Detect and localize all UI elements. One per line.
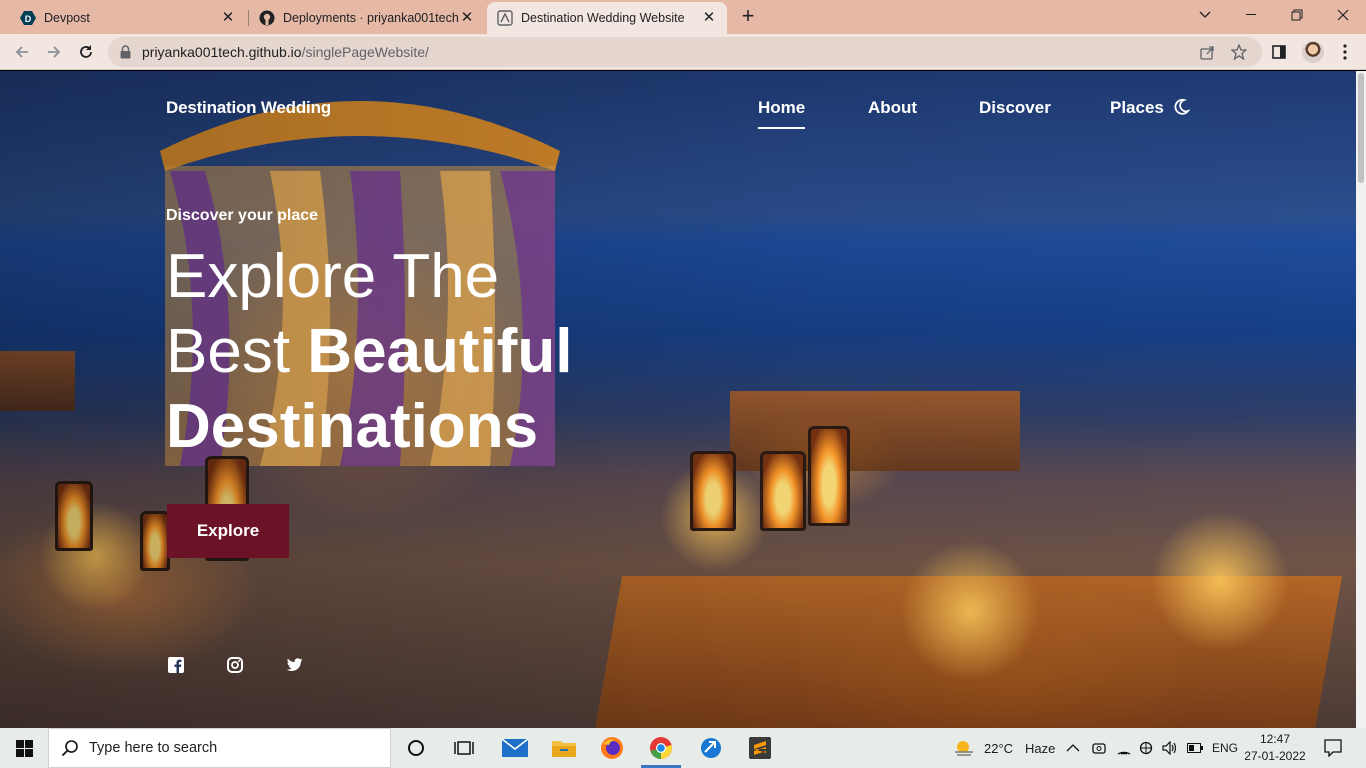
svg-text:D: D: [25, 14, 32, 24]
explore-button[interactable]: Explore: [167, 504, 289, 558]
taskbar-search-box[interactable]: Type here to search: [48, 728, 391, 768]
facebook-icon[interactable]: [167, 656, 185, 674]
tray-chevron-up-icon[interactable]: [1066, 728, 1080, 768]
taskbar-clock[interactable]: 12:47 27-01-2022: [1240, 731, 1310, 765]
sublime-text-icon[interactable]: [736, 728, 784, 768]
nav-about[interactable]: About: [868, 98, 917, 118]
new-tab-button[interactable]: +: [736, 5, 760, 29]
mail-icon[interactable]: [491, 728, 539, 768]
task-view-icon[interactable]: [440, 728, 488, 768]
instagram-icon[interactable]: [226, 656, 244, 674]
side-panel-icon[interactable]: [1268, 41, 1290, 63]
close-window-icon[interactable]: [1320, 0, 1366, 30]
scrollbar-thumb[interactable]: [1358, 73, 1364, 183]
headline-line-2: Best Beautiful: [166, 314, 686, 389]
tab-title: Devpost: [44, 11, 90, 25]
close-icon[interactable]: ✕: [220, 10, 236, 26]
windows-taskbar: Type here to search 22°C Haze ENG 12:47 …: [0, 728, 1366, 768]
close-icon[interactable]: ✕: [701, 10, 717, 26]
url-host: priyanka001tech.github.io: [142, 44, 302, 60]
input-language[interactable]: ENG: [1212, 728, 1238, 768]
chrome-icon[interactable]: [637, 728, 685, 768]
kebab-menu-icon[interactable]: [1334, 41, 1356, 63]
hero-headline: Explore The Best Beautiful Destinations: [166, 239, 686, 464]
search-icon: [61, 739, 79, 757]
browser-toolbar: priyanka001tech.github.io/singlePageWebs…: [0, 34, 1366, 70]
nav-home[interactable]: Home: [758, 98, 806, 129]
search-placeholder: Type here to search: [89, 740, 218, 756]
weather-widget[interactable]: 22°C Haze: [952, 728, 1055, 768]
close-icon[interactable]: ✕: [459, 10, 475, 26]
tab-title: Destination Wedding Website: [521, 11, 685, 25]
network-icon[interactable]: [1139, 728, 1155, 768]
tab-title: Deployments · priyanka001tech/s: [283, 11, 459, 25]
site-logo[interactable]: Destination Wedding: [166, 98, 331, 118]
clock-date: 27-01-2022: [1244, 749, 1306, 763]
browser-app-icon[interactable]: [687, 728, 735, 768]
back-arrow-icon[interactable]: [10, 40, 34, 64]
windows-start-icon[interactable]: [0, 728, 48, 768]
nav-places[interactable]: Places: [1110, 98, 1164, 118]
dark-mode-moon-icon[interactable]: [1172, 98, 1192, 118]
hero-section: Destination Wedding Home About Discover …: [0, 71, 1356, 728]
tab-deployments[interactable]: Deployments · priyanka001tech/s ✕: [249, 2, 485, 34]
restore-icon[interactable]: [1274, 0, 1320, 30]
firefox-icon[interactable]: [588, 728, 636, 768]
bookmark-star-icon[interactable]: [1228, 41, 1250, 63]
devpost-icon: D: [20, 10, 36, 26]
headline-beautiful: Beautiful: [307, 317, 573, 386]
page-scrollbar[interactable]: [1356, 71, 1366, 728]
headline-line-1: Explore The: [166, 242, 500, 311]
forward-arrow-icon[interactable]: [42, 40, 66, 64]
notification-icon[interactable]: [1324, 728, 1342, 768]
tab-destination-wedding[interactable]: Destination Wedding Website ✕: [487, 2, 727, 34]
clock-time: 12:47: [1259, 732, 1291, 746]
wifi-icon[interactable]: [1116, 728, 1132, 768]
twitter-icon[interactable]: [285, 656, 303, 674]
address-bar[interactable]: priyanka001tech.github.io/singlePageWebs…: [108, 37, 1262, 67]
file-explorer-icon[interactable]: [540, 728, 588, 768]
url-path: /singlePageWebsite/: [301, 44, 429, 60]
battery-icon[interactable]: [1187, 728, 1203, 768]
cortana-icon[interactable]: [392, 728, 440, 768]
site-icon: [497, 10, 513, 26]
share-icon[interactable]: [1196, 41, 1218, 63]
hero-kicker: Discover your place: [166, 207, 319, 224]
profile-avatar[interactable]: [1302, 41, 1324, 63]
url-text: priyanka001tech.github.io/singlePageWebs…: [142, 44, 429, 60]
tab-search-chevron-icon[interactable]: [1182, 0, 1228, 30]
reload-icon[interactable]: [74, 40, 98, 64]
headline-line-3: Destinations: [166, 392, 539, 461]
github-icon: [259, 10, 275, 26]
headline-best: Best: [166, 317, 291, 386]
meet-now-icon[interactable]: [1092, 728, 1106, 768]
weather-description: Haze: [1025, 740, 1056, 756]
browser-tab-strip: D Devpost ✕ Deployments · priyanka001tec…: [0, 0, 1366, 34]
tab-devpost[interactable]: D Devpost ✕: [10, 2, 246, 34]
lock-icon[interactable]: [120, 45, 132, 59]
volume-icon[interactable]: [1162, 728, 1178, 768]
haze-weather-icon: [952, 738, 976, 758]
minimize-icon[interactable]: [1228, 0, 1274, 30]
nav-discover[interactable]: Discover: [979, 98, 1051, 118]
weather-temperature: 22°C: [984, 740, 1014, 756]
